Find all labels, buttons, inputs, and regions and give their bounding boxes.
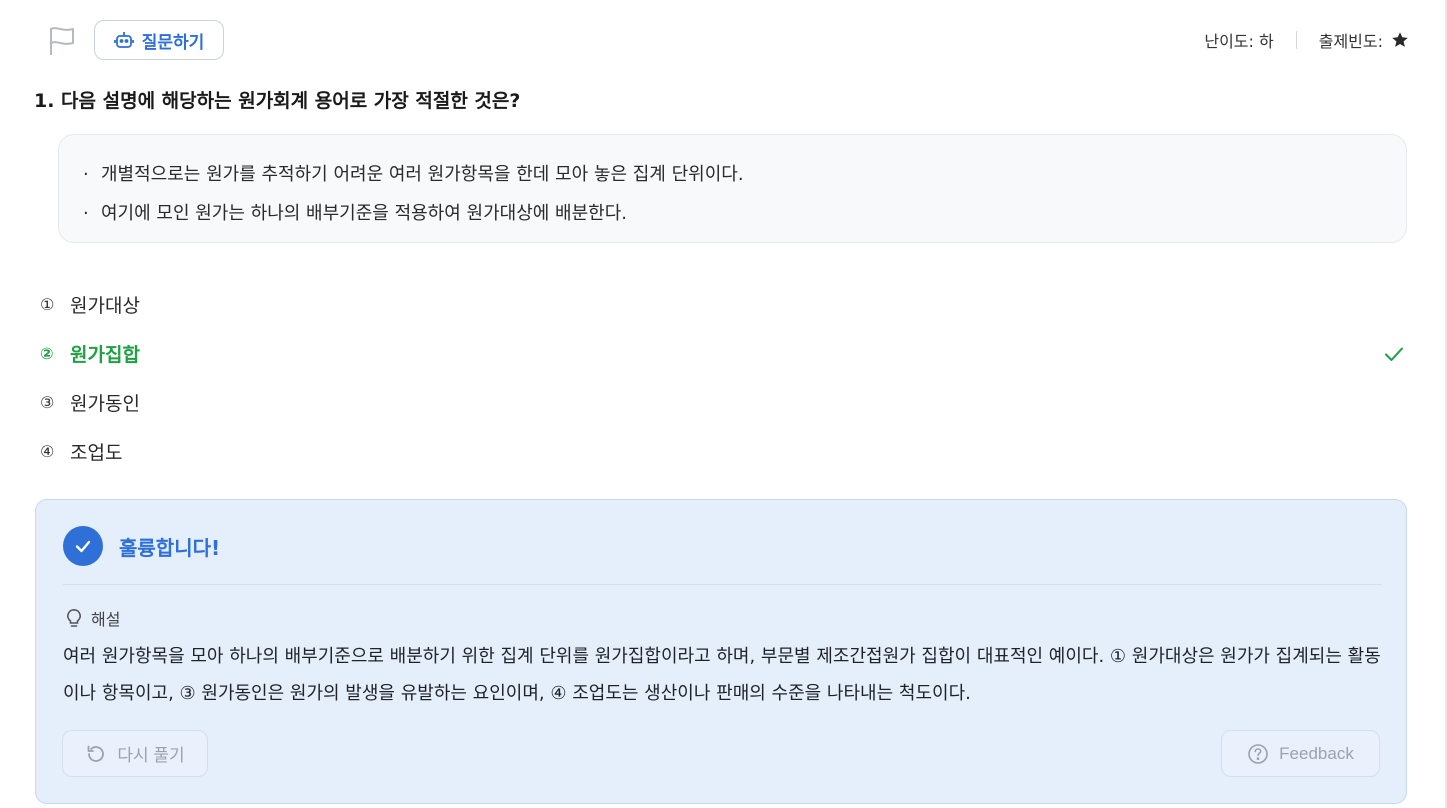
star-icon: [1392, 32, 1408, 47]
description-line: · 개별적으로는 원가를 추적하기 어려운 여러 원가항목을 한데 모아 놓은 …: [83, 155, 1382, 194]
result-header: 훌륭합니다!: [63, 526, 220, 566]
question-meta: 난이도: 하 출제빈도:: [1204, 28, 1409, 52]
retry-label: 다시 풀기: [117, 746, 185, 765]
option-label: 원가대상: [70, 295, 140, 317]
option-number: ④: [40, 442, 55, 461]
meta-divider: [1295, 31, 1297, 49]
option-label: 원가동인: [70, 393, 140, 415]
option-label: 원가집합: [70, 344, 140, 366]
feedback-button[interactable]: Feedback: [1221, 730, 1380, 777]
option-number: ③: [40, 393, 55, 412]
option-1[interactable]: ① 원가대상: [40, 280, 1407, 329]
description-text: 여기에 모인 원가는 하나의 배부기준을 적용하여 원가대상에 배분한다.: [101, 203, 628, 224]
frequency-label: 출제빈도:: [1318, 32, 1383, 51]
description-line: · 여기에 모인 원가는 하나의 배부기준을 적용하여 원가대상에 배분한다.: [83, 194, 1382, 233]
explanation-label: 해설: [91, 610, 121, 629]
question-title: 1. 다음 설명에 해당하는 원가회계 용어로 가장 적절한 것은?: [34, 90, 521, 112]
quiz-page: 질문하기 난이도: 하 출제빈도: 1. 다음 설명에 해당하는 원가회계 용어…: [0, 0, 1447, 808]
feedback-label: Feedback: [1279, 743, 1354, 763]
option-3[interactable]: ③ 원가동인: [40, 378, 1407, 427]
result-divider: [63, 584, 1382, 585]
option-number: ①: [40, 295, 55, 314]
option-2-correct[interactable]: ② 원가집합: [40, 329, 1407, 378]
result-panel: 훌륭합니다! 해설 여러 원가항목을 모아 하나의 배부기준으로 배분하기 위한…: [35, 499, 1407, 804]
option-4[interactable]: ④ 조업도: [40, 427, 1407, 476]
help-circle-icon: [1248, 743, 1268, 764]
ask-question-button[interactable]: 질문하기: [94, 20, 224, 60]
ask-question-label: 질문하기: [141, 32, 205, 52]
check-icon: [1385, 347, 1403, 361]
flag-icon[interactable]: [48, 26, 76, 56]
bullet: ·: [83, 203, 89, 224]
result-title: 훌륭합니다!: [119, 535, 221, 560]
retry-icon: [87, 745, 105, 762]
retry-button[interactable]: 다시 풀기: [62, 730, 208, 777]
check-icon: [75, 540, 91, 553]
option-label: 조업도: [70, 442, 123, 464]
bullet: ·: [83, 164, 89, 185]
robot-icon: [113, 32, 134, 48]
success-badge: [63, 526, 103, 566]
lightbulb-icon: [67, 608, 81, 627]
question-description-box: · 개별적으로는 원가를 추적하기 어려운 여러 원가항목을 한데 모아 놓은 …: [58, 134, 1407, 243]
description-text: 개별적으로는 원가를 추적하기 어려운 여러 원가항목을 한데 모아 놓은 집계…: [101, 164, 744, 185]
explanation-header: 해설: [65, 606, 120, 630]
explanation-text: 여러 원가항목을 모아 하나의 배부기준으로 배분하기 위한 집계 단위를 원가…: [63, 646, 1381, 704]
answer-options: ① 원가대상 ② 원가집합 ③ 원가동인 ④ 조업도: [40, 280, 1407, 476]
option-number: ②: [40, 344, 54, 363]
difficulty-label: 난이도: 하: [1204, 32, 1274, 51]
